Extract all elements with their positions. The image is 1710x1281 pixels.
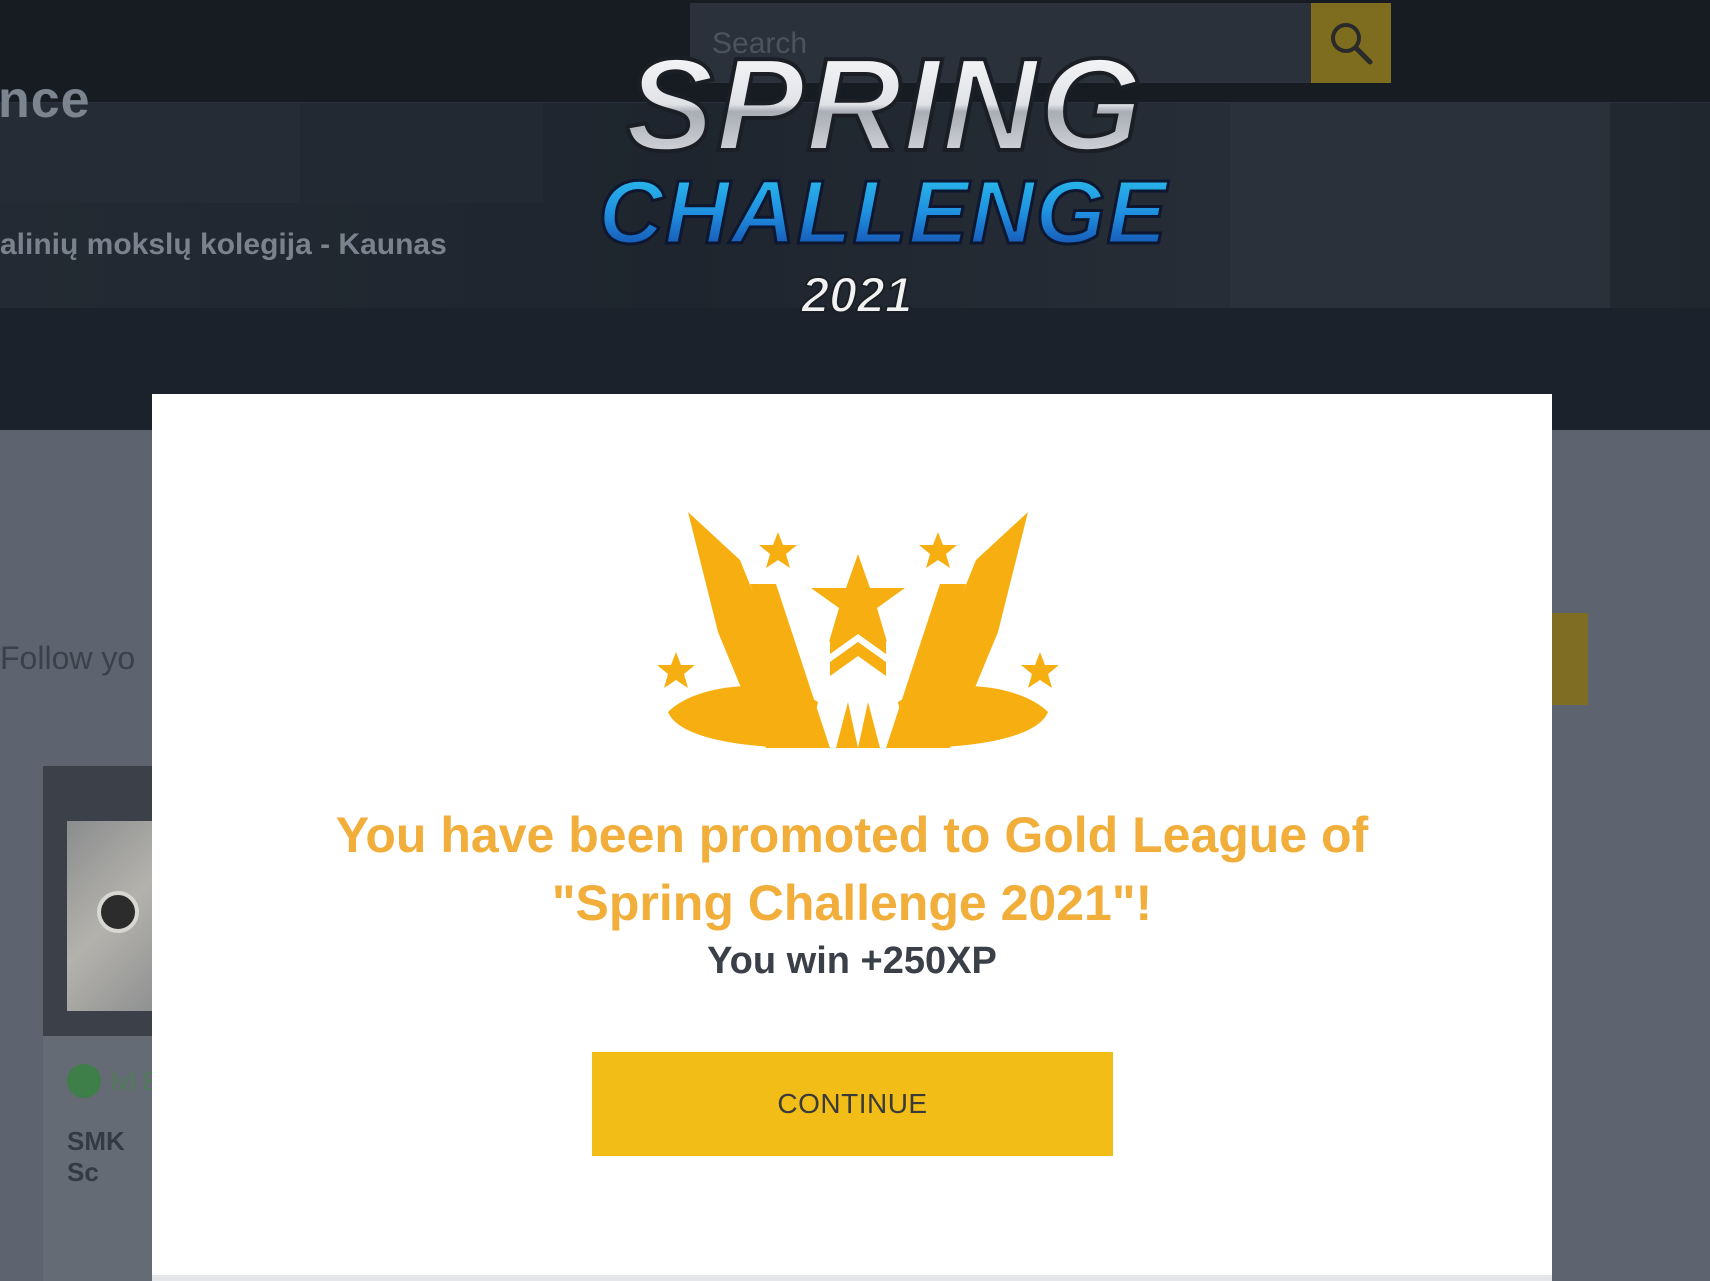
logo-word-spring: SPRING <box>626 50 1144 178</box>
promotion-modal: You have been promoted to Gold League of… <box>152 394 1552 1281</box>
promotion-message-line-1: You have been promoted to Gold League of <box>335 807 1369 863</box>
follow-prompt-text: Follow yo <box>0 640 136 676</box>
search-icon <box>1331 23 1373 65</box>
promotion-message-line-2: "Spring Challenge 2021"! <box>551 875 1153 931</box>
search-button[interactable] <box>1311 3 1391 83</box>
avatar <box>67 821 163 1011</box>
level-badge-icon <box>67 1064 101 1098</box>
spring-challenge-logo: SPRING CHALLENGE 2021 <box>597 50 1170 324</box>
xp-reward-text: You win +250XP <box>707 940 997 982</box>
gold-league-emblem-icon <box>658 512 1058 748</box>
modal-divider <box>152 1275 1552 1281</box>
school-page-title: nce <box>0 71 91 129</box>
logo-word-challenge: CHALLENGE <box>599 163 1170 263</box>
continue-button[interactable]: CONTINUE <box>592 1052 1113 1156</box>
member-level: lvl 8 <box>111 1066 158 1096</box>
member-name: SMK Sc <box>67 1126 125 1187</box>
school-name: alinių mokslų kolegija - Kaunas <box>0 228 447 261</box>
member-card-cover <box>43 766 163 1036</box>
follow-button-edge[interactable] <box>1552 613 1588 705</box>
logo-year: 2021 <box>800 267 912 323</box>
banner-panel <box>303 103 543 203</box>
avatar-cat-eye <box>97 891 139 933</box>
banner-panel <box>1230 103 1610 308</box>
member-card[interactable]: lvl 8 SMK Sc <box>43 766 163 1281</box>
